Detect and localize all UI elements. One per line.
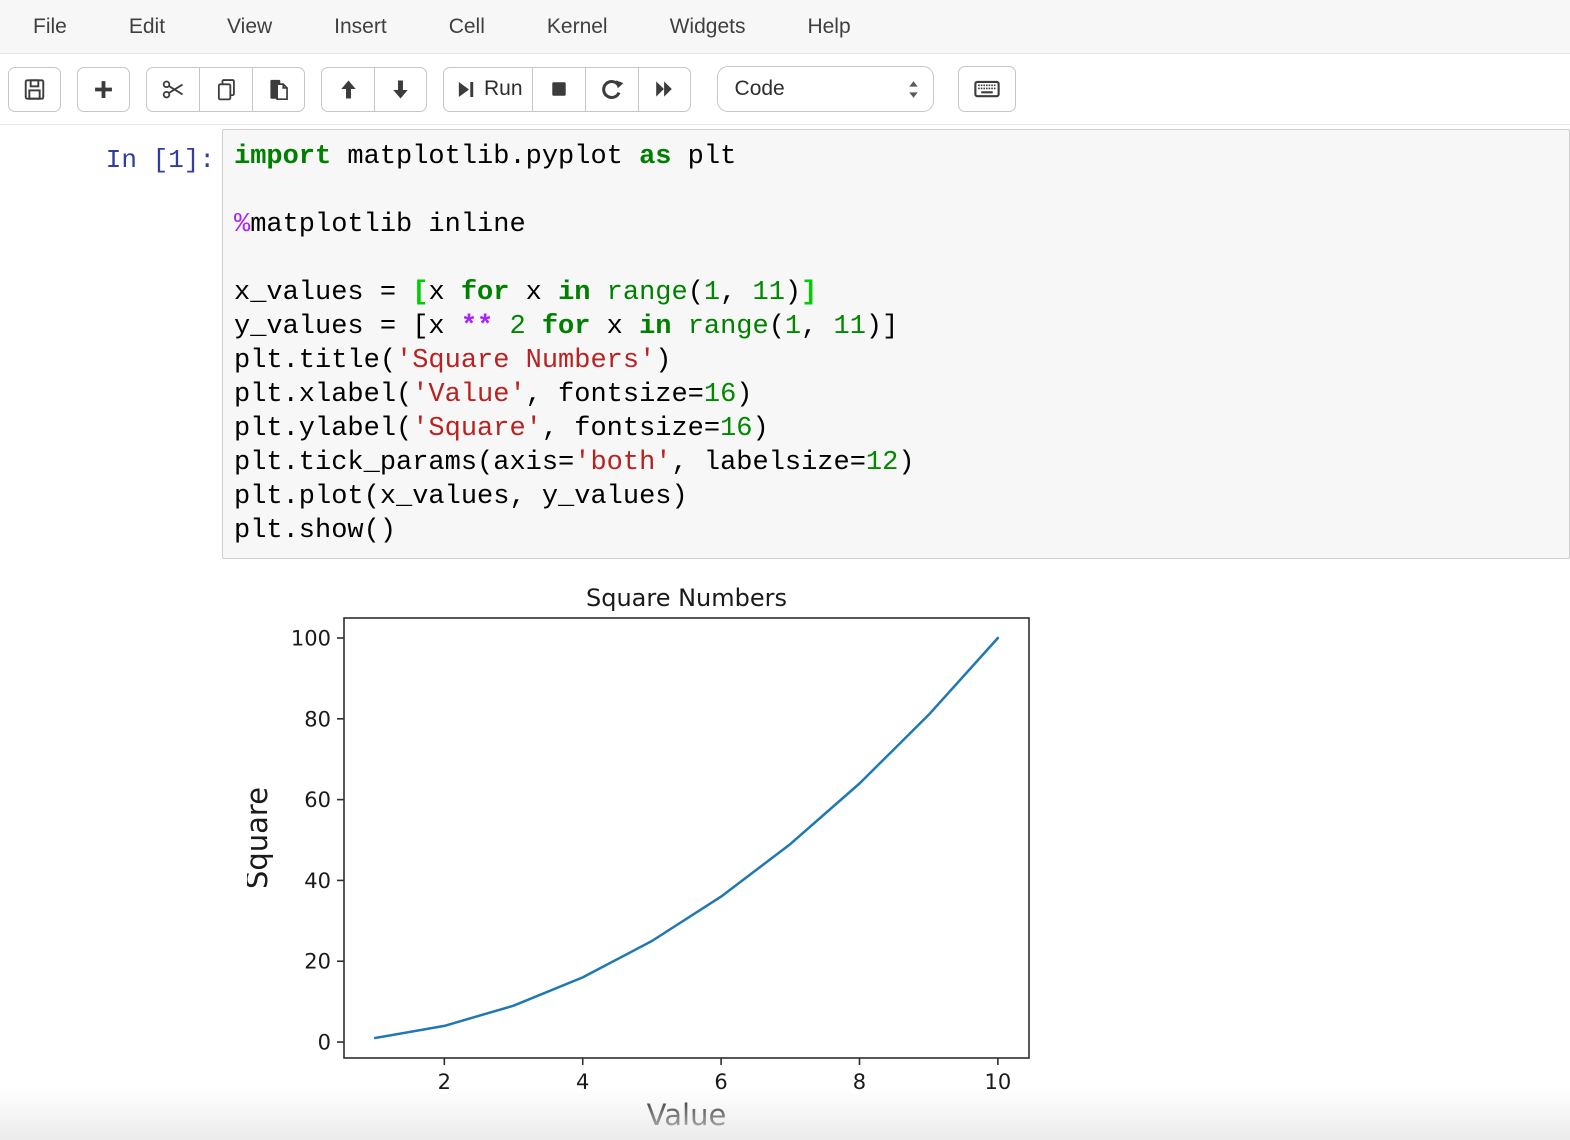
select-arrows-icon xyxy=(902,78,925,101)
cut-cell-button[interactable] xyxy=(146,67,199,112)
y-tick-label: 80 xyxy=(304,707,331,731)
code-line: y_values = [x ** 2 for x in range(1, 11)… xyxy=(234,310,1565,344)
copy-cell-button[interactable] xyxy=(199,67,252,112)
menu-item-cell[interactable]: Cell xyxy=(449,15,485,39)
input-prompt: In [1]: xyxy=(0,129,222,559)
toolbar-button-group xyxy=(321,67,427,112)
arrow-down-icon xyxy=(387,76,414,103)
save-notebook-button[interactable] xyxy=(8,67,61,112)
run-cell-button[interactable]: Run xyxy=(443,67,532,112)
code-line: plt.ylabel('Square', fontsize=16) xyxy=(234,412,1565,446)
menu-item-help[interactable]: Help xyxy=(807,15,850,39)
stop-icon xyxy=(546,76,572,102)
arrow-up-icon xyxy=(335,76,362,103)
fast-forward-icon xyxy=(651,76,677,102)
y-tick-label: 100 xyxy=(291,627,331,651)
x-tick-label: 10 xyxy=(984,1070,1011,1094)
paste-cell-button[interactable] xyxy=(252,67,305,112)
restart-run-all-button[interactable] xyxy=(638,67,691,112)
output-area: 246810020406080100Square NumbersValueSqu… xyxy=(247,581,1570,1136)
paste-icon xyxy=(265,76,292,103)
code-cell[interactable]: In [1]: import matplotlib.pyplot as plt … xyxy=(0,129,1570,559)
menu-bar: File Edit View Insert Cell Kernel Widgets Help xyxy=(0,0,1570,54)
move-cell-down-button[interactable] xyxy=(374,67,427,112)
menu-item-file[interactable]: File xyxy=(33,15,67,39)
plus-icon xyxy=(90,76,117,103)
keyboard-icon xyxy=(972,74,1002,104)
toolbar-button-group xyxy=(8,67,61,112)
axes-frame xyxy=(344,618,1029,1058)
cell-type-value: Code xyxy=(735,77,785,101)
menu-item-view[interactable]: View xyxy=(227,15,272,39)
x-tick-label: 4 xyxy=(576,1070,589,1094)
toolbar-button-group xyxy=(146,67,305,112)
code-line: x_values = [x for x in range(1, 11)] xyxy=(234,276,1565,310)
run-cell-button-label: Run xyxy=(484,77,523,101)
matplotlib-figure: 246810020406080100Square NumbersValueSqu… xyxy=(247,581,1067,1131)
toolbar-button-group: Run xyxy=(443,67,691,112)
jupyter-notebook-window: FileEditViewInsertCellKernelWidgetsHelp … xyxy=(0,0,1570,1140)
x-axis-label: Value xyxy=(647,1098,727,1131)
code-line: plt.xlabel('Value', fontsize=16) xyxy=(234,378,1565,412)
code-line: import matplotlib.pyplot as plt xyxy=(234,140,1565,174)
menu-item-edit[interactable]: Edit xyxy=(129,15,165,39)
code-editor[interactable]: import matplotlib.pyplot as plt %matplot… xyxy=(222,129,1570,559)
menu-item-insert[interactable]: Insert xyxy=(334,15,387,39)
code-line: %matplotlib inline xyxy=(234,208,1565,242)
code-line xyxy=(234,242,1565,276)
toolbar-button-group xyxy=(77,67,130,112)
toolbar: Run Code xyxy=(0,54,1570,125)
code-line: plt.plot(x_values, y_values) xyxy=(234,480,1565,514)
x-tick-label: 8 xyxy=(853,1070,866,1094)
restart-kernel-button[interactable] xyxy=(585,67,638,112)
scissors-icon xyxy=(160,76,187,103)
move-cell-up-button[interactable] xyxy=(321,67,374,112)
code-line: plt.title('Square Numbers') xyxy=(234,344,1565,378)
notebook-area: In [1]: import matplotlib.pyplot as plt … xyxy=(0,125,1570,1136)
code-line: plt.show() xyxy=(234,514,1565,548)
x-tick-label: 2 xyxy=(438,1070,451,1094)
cell-type-select[interactable]: Code xyxy=(717,66,934,112)
save-icon xyxy=(21,76,48,103)
y-tick-label: 0 xyxy=(318,1031,331,1055)
menu-item-widgets[interactable]: Widgets xyxy=(670,15,746,39)
restart-icon xyxy=(598,76,625,103)
y-tick-label: 60 xyxy=(304,788,331,812)
insert-cell-below-button[interactable] xyxy=(77,67,130,112)
command-palette-button[interactable] xyxy=(958,66,1016,112)
step-forward-icon xyxy=(453,77,478,102)
interrupt-kernel-button[interactable] xyxy=(532,67,585,112)
code-line: plt.tick_params(axis='both', labelsize=1… xyxy=(234,446,1565,480)
menu-item-kernel[interactable]: Kernel xyxy=(547,15,608,39)
y-tick-label: 40 xyxy=(304,869,331,893)
y-axis-label: Square xyxy=(247,787,274,889)
copy-icon xyxy=(213,76,240,103)
code-line xyxy=(234,174,1565,208)
x-tick-label: 6 xyxy=(714,1070,727,1094)
y-tick-label: 20 xyxy=(304,950,331,974)
chart-title: Square Numbers xyxy=(586,584,787,612)
